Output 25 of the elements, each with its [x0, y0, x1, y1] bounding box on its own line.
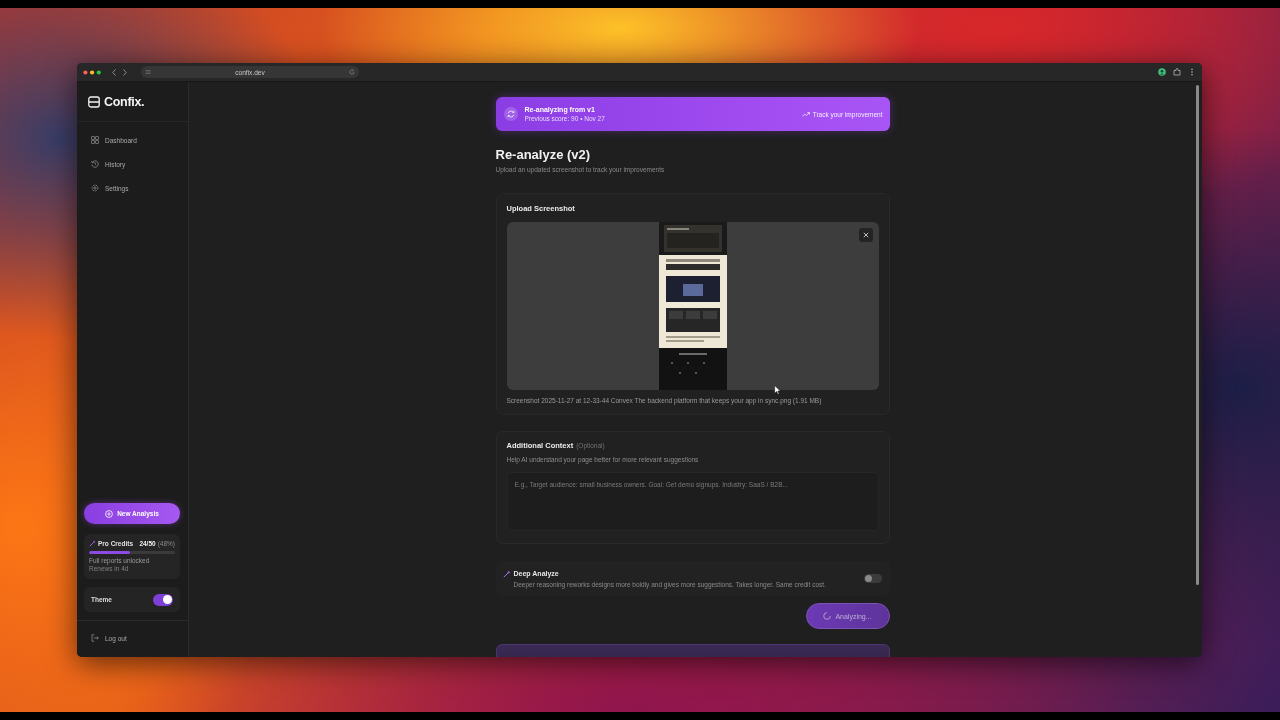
- profile-avatar-icon[interactable]: [1158, 68, 1166, 76]
- mouse-cursor-icon: [774, 385, 781, 395]
- extension-icon[interactable]: [1173, 68, 1181, 76]
- magic-wand-icon: [89, 540, 96, 547]
- magic-wand-icon: [502, 569, 511, 578]
- settings-icon: [91, 184, 99, 192]
- history-icon: [91, 160, 99, 168]
- back-icon[interactable]: [112, 68, 116, 76]
- trend-up-icon: [801, 111, 810, 117]
- logo-text[interactable]: Confix.: [104, 94, 145, 109]
- window-controls-icon[interactable]: [83, 69, 104, 75]
- logo-icon: [88, 95, 100, 108]
- logout-icon: [91, 634, 99, 642]
- forward-icon[interactable]: [123, 68, 127, 76]
- spinner-icon: [823, 612, 832, 620]
- grid-icon: [91, 136, 99, 144]
- add-circle-icon: [105, 509, 114, 518]
- page-title: Re-analyze (v2): [495, 147, 592, 163]
- more-menu-icon[interactable]: [1188, 68, 1196, 76]
- theme-toggle[interactable]: [153, 593, 173, 606]
- scrollbar-thumb[interactable]: [1196, 85, 1199, 585]
- refresh-icon: [503, 107, 518, 121]
- close-button[interactable]: [858, 228, 873, 242]
- close-icon: [862, 232, 869, 238]
- deep-analyze-toggle[interactable]: [863, 574, 882, 583]
